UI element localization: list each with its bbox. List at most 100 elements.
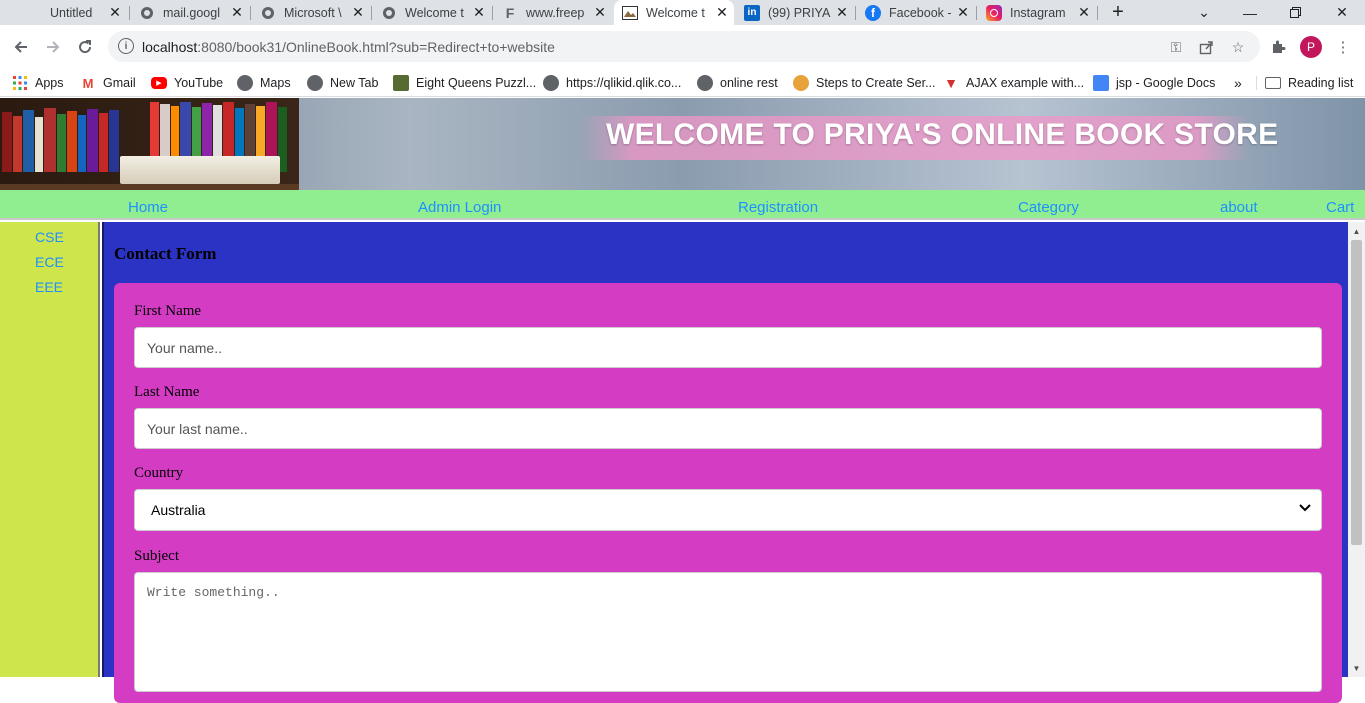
browser-tab[interactable]: Microsoft \ ✕ — [252, 0, 370, 25]
bookmark-online-rest[interactable]: online rest — [697, 72, 778, 94]
forward-arrow-icon[interactable] — [40, 34, 66, 60]
bookmark-eight-queens[interactable]: Eight Queens Puzzl... — [393, 72, 536, 94]
contact-form: First Name Last Name Country Australia S… — [114, 283, 1342, 703]
close-icon[interactable]: ✕ — [714, 4, 730, 21]
key-icon[interactable]: ⚿ — [1166, 37, 1186, 57]
browser-tab[interactable]: Untitled ✕ — [0, 0, 127, 25]
browser-tab[interactable]: mail.googl ✕ — [131, 0, 249, 25]
bookmark-label: New Tab — [330, 76, 379, 90]
nav-registration[interactable]: Registration — [738, 199, 818, 216]
browser-tab[interactable]: Welcome t ✕ — [373, 0, 491, 25]
close-icon[interactable]: ✕ — [955, 4, 971, 21]
main-content: Contact Form First Name Last Name Countr… — [102, 222, 1348, 703]
window-close-icon[interactable]: ✕ — [1320, 0, 1364, 25]
first-name-label: First Name — [134, 303, 202, 319]
close-icon[interactable]: ✕ — [107, 4, 123, 21]
sidebar-item-cse[interactable]: CSE — [35, 229, 64, 245]
browser-tab[interactable]: Instagram ✕ — [978, 0, 1096, 25]
bookmark-ajax[interactable]: ▼ AJAX example with... — [943, 72, 1084, 94]
browser-toolbar: i localhost:8080/book31/OnlineBook.html?… — [0, 25, 1365, 69]
category-sidebar: CSE ECE EEE — [0, 222, 100, 677]
country-select[interactable]: Australia — [134, 489, 1322, 531]
close-icon[interactable]: ✕ — [229, 4, 245, 21]
tab-label: Instagram — [1010, 5, 1066, 20]
browser-tab[interactable]: in (99) PRIYA ✕ — [736, 0, 854, 25]
globe-icon — [260, 5, 276, 21]
first-name-input[interactable] — [134, 327, 1322, 368]
sidebar-item-ece[interactable]: ECE — [35, 254, 64, 270]
bookmark-youtube[interactable]: ▶ YouTube — [151, 72, 223, 94]
tab-label: Welcome t — [646, 5, 705, 20]
star-bookmark-icon[interactable]: ☆ — [1228, 37, 1248, 57]
address-bar[interactable]: i localhost:8080/book31/OnlineBook.html?… — [108, 31, 1260, 62]
puzzle-icon — [393, 75, 409, 91]
browser-tab[interactable]: f Facebook - ✕ — [857, 0, 975, 25]
scroll-up-arrow-icon[interactable]: ▲ — [1348, 224, 1365, 238]
profile-avatar[interactable]: P — [1300, 36, 1322, 58]
globe-icon — [697, 75, 713, 91]
bookmark-steps[interactable]: Steps to Create Ser... — [793, 72, 936, 94]
bookmark-new-tab[interactable]: New Tab — [307, 72, 378, 94]
ajax-icon: ▼ — [944, 75, 958, 91]
bookmark-label: YouTube — [174, 76, 224, 90]
tab-label: Untitled — [50, 5, 93, 20]
close-icon[interactable]: ✕ — [592, 4, 608, 21]
bookmark-maps[interactable]: Maps — [237, 72, 291, 94]
restore-icon[interactable] — [1273, 0, 1317, 25]
close-icon[interactable]: ✕ — [834, 4, 850, 21]
browser-tab[interactable]: F www.freep ✕ — [494, 0, 612, 25]
bookmarks-bar: Apps M Gmail ▶ YouTube Maps New Tab Eigh… — [0, 69, 1365, 97]
scrollbar-thumb[interactable] — [1351, 240, 1362, 545]
linkedin-icon: in — [744, 4, 760, 21]
bookmark-label: Steps to Create Ser... — [816, 76, 936, 90]
back-arrow-icon[interactable] — [8, 34, 34, 60]
globe-icon — [307, 75, 323, 91]
tutorial-icon — [793, 75, 809, 91]
reading-list-icon — [1265, 77, 1281, 89]
page-scrollbar[interactable]: ▲ ▼ — [1348, 222, 1365, 677]
sidebar-item-eee[interactable]: EEE — [35, 279, 63, 295]
bookmark-apps[interactable]: Apps — [12, 72, 64, 94]
freepik-icon: F — [505, 4, 515, 21]
close-icon[interactable]: ✕ — [350, 4, 366, 21]
bookmark-label: https://qlikid.qlik.co... — [566, 76, 682, 90]
tab-label: www.freep — [526, 5, 585, 20]
site-info-icon[interactable]: i — [118, 38, 134, 54]
nav-category[interactable]: Category — [1018, 199, 1079, 216]
extensions-puzzle-icon[interactable] — [1268, 37, 1288, 57]
scroll-down-arrow-icon[interactable]: ▼ — [1348, 661, 1365, 675]
browser-tab-active[interactable]: Welcome t ✕ — [614, 0, 734, 25]
more-menu-icon[interactable]: ⋮ — [1333, 37, 1353, 57]
site-nav-menu: Home Admin Login Registration Category a… — [0, 190, 1365, 220]
subject-textarea[interactable] — [134, 572, 1322, 692]
tab-label: (99) PRIYA — [768, 5, 831, 20]
apps-grid-icon — [12, 75, 28, 91]
more-bookmarks-chevron[interactable]: » — [1234, 72, 1242, 94]
bookmark-qlik[interactable]: https://qlikid.qlik.co... — [543, 72, 681, 94]
youtube-icon: ▶ — [151, 77, 167, 89]
bookmark-jsp-docs[interactable]: jsp - Google Docs — [1093, 72, 1215, 94]
bookmark-label: AJAX example with... — [966, 76, 1085, 90]
blank-page-icon — [8, 5, 24, 21]
country-label: Country — [134, 465, 184, 481]
nav-home[interactable]: Home — [128, 199, 168, 216]
new-tab-plus-icon[interactable]: + — [1096, 0, 1140, 25]
tab-search-chevron-icon[interactable]: ⌄ — [1182, 0, 1226, 25]
bookmark-label: Maps — [260, 76, 291, 90]
nav-about[interactable]: about — [1220, 199, 1258, 216]
tab-label: mail.googl — [163, 5, 220, 20]
url-text: localhost:8080/book31/OnlineBook.html?su… — [142, 39, 555, 55]
close-icon[interactable]: ✕ — [471, 4, 487, 21]
reading-list-button[interactable]: Reading list — [1265, 72, 1353, 94]
last-name-input[interactable] — [134, 408, 1322, 449]
close-icon[interactable]: ✕ — [1076, 4, 1092, 21]
nav-admin-login[interactable]: Admin Login — [418, 199, 501, 216]
bookmark-label: jsp - Google Docs — [1116, 76, 1216, 90]
bookmark-gmail[interactable]: M Gmail — [80, 72, 136, 94]
share-icon[interactable] — [1196, 37, 1216, 57]
nav-cart[interactable]: Cart — [1326, 199, 1354, 216]
minimize-icon[interactable]: — — [1228, 0, 1272, 25]
reload-icon[interactable] — [72, 34, 98, 60]
subject-label: Subject — [134, 548, 179, 564]
bookmark-label: Eight Queens Puzzl... — [416, 76, 537, 90]
